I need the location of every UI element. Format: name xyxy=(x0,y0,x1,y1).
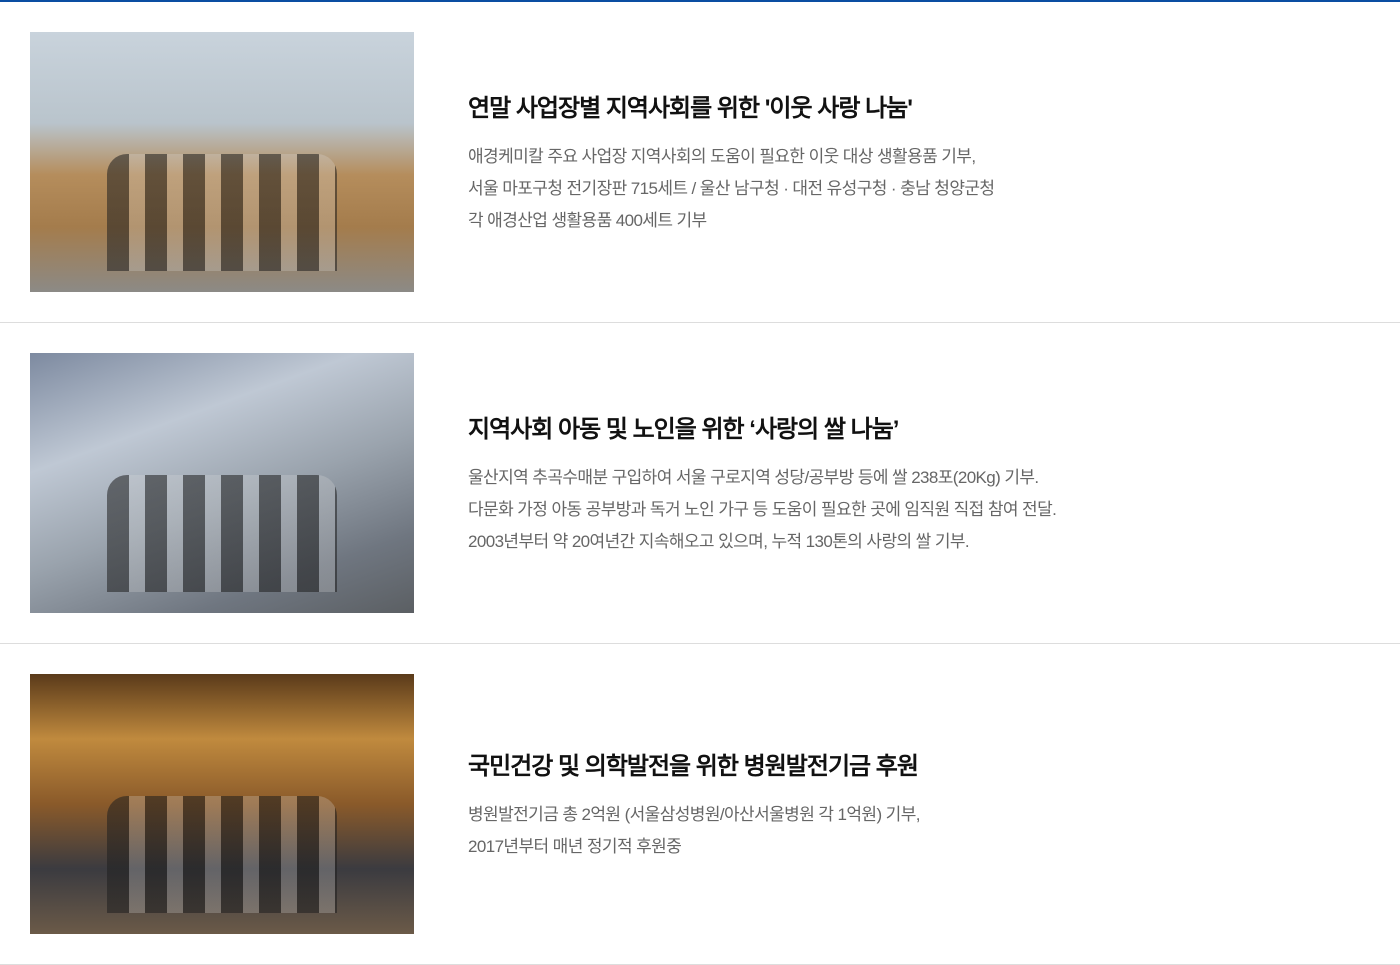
csr-list: 연말 사업장별 지역사회를 위한 '이웃 사랑 나눔' 애경케미칼 주요 사업장… xyxy=(0,2,1400,965)
item-title: 지역사회 아동 및 노인을 위한 ‘사랑의 쌀 나눔’ xyxy=(468,415,899,443)
csr-item: 지역사회 아동 및 노인을 위한 ‘사랑의 쌀 나눔’ 울산지역 추곡수매분 구… xyxy=(0,323,1400,644)
item-title: 국민건강 및 의학발전을 위한 병원발전기금 후원 xyxy=(468,752,919,780)
description-line: 2017년부터 매년 정기적 후원중 xyxy=(468,836,682,856)
csr-item: 국민건강 및 의학발전을 위한 병원발전기금 후원 병원발전기금 총 2억원 (… xyxy=(0,644,1400,965)
hospital-donation-photo xyxy=(30,674,414,934)
donation-photo xyxy=(30,32,414,292)
description-line: 각 애경산업 생활용품 400세트 기부 xyxy=(468,210,707,230)
csr-item: 연말 사업장별 지역사회를 위한 '이웃 사랑 나눔' 애경케미칼 주요 사업장… xyxy=(0,2,1400,323)
description-line: 애경케미칼 주요 사업장 지역사회의 도움이 필요한 이웃 대상 생활용품 기부… xyxy=(468,146,976,166)
item-description: 병원발전기금 총 2억원 (서울삼성병원/아산서울병원 각 1억원) 기부, 2… xyxy=(468,799,920,863)
description-line: 다문화 가정 아동 공부방과 독거 노인 가구 등 도움이 필요한 곳에 임직원… xyxy=(468,499,1057,519)
item-title: 연말 사업장별 지역사회를 위한 '이웃 사랑 나눔' xyxy=(468,94,913,122)
item-description: 울산지역 추곡수매분 구입하여 서울 구로지역 성당/공부방 등에 쌀 238포… xyxy=(468,462,1057,558)
description-line: 병원발전기금 총 2억원 (서울삼성병원/아산서울병원 각 1억원) 기부, xyxy=(468,804,920,824)
description-line: 2003년부터 약 20여년간 지속해오고 있으며, 누적 130톤의 사랑의 … xyxy=(468,531,970,551)
rice-delivery-photo xyxy=(30,353,414,613)
description-line: 서울 마포구청 전기장판 715세트 / 울산 남구청 · 대전 유성구청 · … xyxy=(468,178,995,198)
description-line: 울산지역 추곡수매분 구입하여 서울 구로지역 성당/공부방 등에 쌀 238포… xyxy=(468,467,1039,487)
item-description: 애경케미칼 주요 사업장 지역사회의 도움이 필요한 이웃 대상 생활용품 기부… xyxy=(468,141,995,237)
